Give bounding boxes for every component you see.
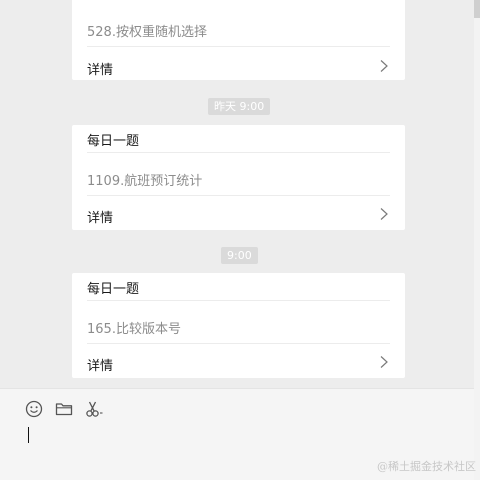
emoji-icon[interactable]: [24, 399, 44, 419]
chat-history: 528.按权重随机选择 详情 昨天 9:00 每日一题 1109.航班预订统计 …: [0, 0, 474, 388]
card-title: 每日一题: [87, 134, 140, 149]
detail-link[interactable]: 详情: [87, 355, 113, 374]
card-divider: [87, 152, 390, 153]
detail-link[interactable]: 详情: [87, 59, 113, 78]
message-card[interactable]: 每日一题 1109.航班预订统计 详情: [72, 125, 405, 230]
card-divider: [87, 300, 390, 301]
card-title: 每日一题: [87, 282, 140, 297]
message-card[interactable]: 每日一题 165.比较版本号 详情: [72, 273, 405, 378]
timestamp: 9:00: [221, 247, 258, 264]
scissors-icon[interactable]: [84, 399, 104, 419]
scrollbar-track[interactable]: [474, 0, 480, 480]
card-divider: [87, 343, 390, 344]
timestamp: 昨天 9:00: [208, 98, 271, 115]
folder-icon[interactable]: [54, 399, 74, 419]
chevron-right-icon[interactable]: [377, 355, 391, 369]
watermark-text: @稀土掘金技术社区: [377, 460, 476, 473]
card-divider: [87, 46, 390, 47]
chevron-right-icon[interactable]: [377, 59, 391, 73]
message-card[interactable]: 528.按权重随机选择 详情: [72, 0, 405, 80]
card-divider: [87, 195, 390, 196]
chevron-right-icon[interactable]: [377, 207, 391, 221]
text-caret[interactable]: [28, 427, 29, 443]
scrollbar-thumb[interactable]: [474, 0, 480, 18]
problem-title: 1109.航班预订统计: [87, 174, 203, 189]
problem-title: 165.比较版本号: [87, 322, 181, 337]
detail-link[interactable]: 详情: [87, 207, 113, 226]
problem-title: 528.按权重随机选择: [87, 25, 207, 40]
